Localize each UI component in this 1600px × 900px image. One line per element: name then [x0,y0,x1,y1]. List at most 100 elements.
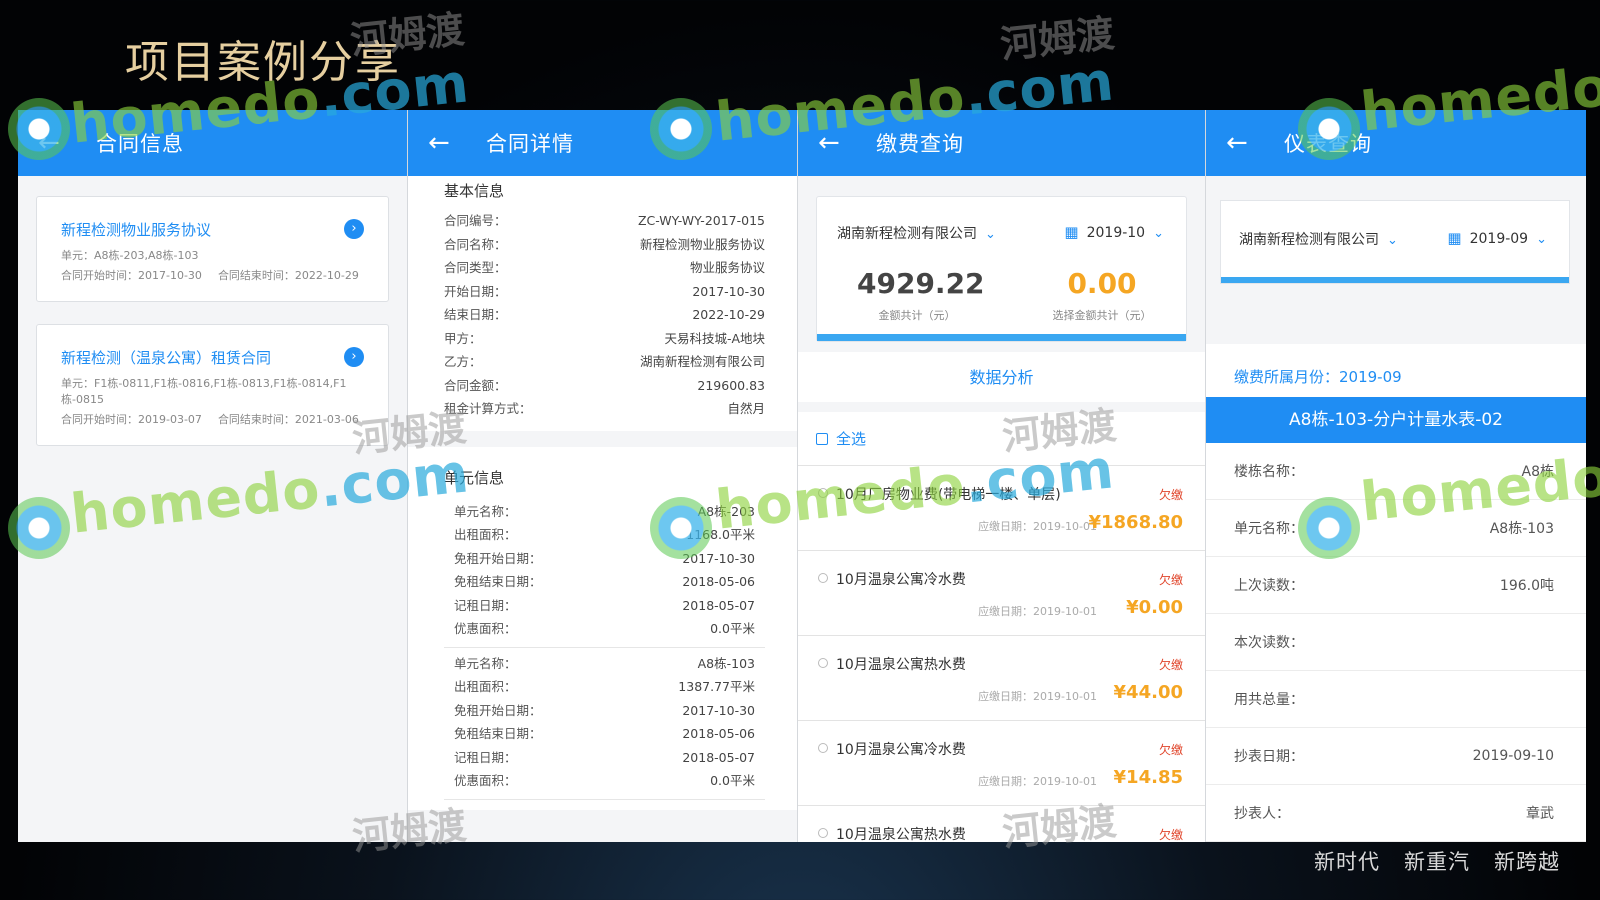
select-all-checkbox[interactable]: 全选 [798,412,1205,466]
footer-slogan: 新跨越 [1494,850,1560,874]
calendar-icon: ▦ [1447,229,1462,247]
fee-item[interactable]: 10月温泉公寓热水费 欠缴 [798,806,1205,842]
field-label: 免租开始日期： [454,702,542,718]
fee-name: 10月温泉公寓冷水费 [836,742,966,758]
app-bar: ← 合同信息 [18,110,407,176]
fee-item[interactable]: 10月温泉公寓冷水费 欠缴 应缴日期：2019-10-01 ¥14.85 [798,721,1205,806]
field-label: 抄表日期： [1234,749,1304,765]
field-label: 优惠面积： [454,773,517,788]
contract-detail-screen: ← 合同详情 基本信息 合同编号： ZC-WY-WY-2017-015 合同名称： 新… [408,110,798,842]
radio-icon[interactable] [818,743,828,753]
field-label: 合同类型： [444,260,507,275]
field-value: 2018-05-06 [682,726,755,741]
screen-title: 合同详情 [486,132,574,156]
field-value: 湖南新程检测有限公司 [639,354,765,369]
field-label: 免租结束日期： [454,574,542,589]
company-selector[interactable]: 湖南新程检测有限公司 ⌄ [837,223,996,243]
unit-info-section: 单元信息 单元名称： A8栋-203 出租面积： 1168.0平米 免租开始日期： 201… [408,446,797,810]
footer-slogan: 新重汽 [1404,850,1470,874]
watermark-text: 河姆渡 [998,11,1117,67]
field-label: 本次读数： [1234,635,1304,651]
info-row: 出租面积： 1387.77平米 [454,675,765,699]
unit-info-list: 单元名称： A8栋-203 出租面积： 1168.0平米 免租开始日期： 2017-10-… [444,496,765,800]
radio-icon[interactable] [818,488,828,498]
fee-item[interactable]: 10月温泉公寓冷水费 欠缴 应缴日期：2019-10-01 ¥0.00 [798,551,1205,636]
meter-row: 抄表人： 章武 [1206,785,1586,842]
fee-name: 10月温泉公寓热水费 [836,657,966,673]
company-name: 湖南新程检测有限公司 [837,226,977,242]
contract-title: 新程检测物业服务协议 [61,221,212,239]
radio-icon[interactable] [818,573,828,583]
overdue-badge: 欠缴 [1158,573,1183,587]
contract-start: 合同开始时间：2017-10-30 [61,269,202,282]
fee-name: 10月厂房物业费(带电梯一楼、单层) [836,487,1061,503]
back-arrow-icon[interactable]: ← [38,130,72,156]
field-value: 0.0平米 [710,621,755,636]
chevron-down-icon: ⌄ [1387,233,1398,248]
contract-card[interactable]: 新程检测物业服务协议 › 单元：A8栋-203,A8栋-103 合同开始时间：2… [36,196,389,302]
field-value: 2019-09-10 [1472,748,1554,764]
field-value: 章武 [1526,806,1554,822]
month-selector[interactable]: ▦ 2019-09 ⌄ [1447,229,1547,247]
payment-summary-card: 湖南新程检测有限公司 ⌄ ▦ 2019-10 ⌄ 4929.22 金额共计（元） 0.… [816,196,1187,342]
selected-month: 2019-10 [1086,225,1146,241]
meter-row: 本次读数： [1206,614,1586,671]
month-selector[interactable]: ▦ 2019-10 ⌄ [1064,223,1164,241]
fee-item[interactable]: 10月厂房物业费(带电梯一楼、单层) 欠缴 应缴日期：2019-10-01 ¥1868… [798,466,1205,551]
back-arrow-icon[interactable]: ← [818,130,852,156]
field-value: 0.0平米 [710,773,755,788]
radio-icon[interactable] [818,658,828,668]
accent-bar [817,334,1186,341]
fee-item[interactable]: 10月温泉公寓热水费 欠缴 应缴日期：2019-10-01 ¥44.00 [798,636,1205,721]
field-label: 合同编号： [444,213,507,228]
field-value: 219600.83 [697,377,765,393]
field-value: 2017-10-30 [682,550,755,566]
info-row: 单元名称： A8栋-203 [454,500,765,524]
contract-end: 合同结束时间：2022-10-29 [217,269,359,282]
fee-list: 10月厂房物业费(带电梯一楼、单层) 欠缴 应缴日期：2019-10-01 ¥1868… [798,466,1205,842]
field-value: A8栋-103 [1489,521,1554,537]
field-value: 2018-05-06 [682,574,755,589]
overdue-badge: 欠缴 [1158,488,1183,502]
radio-icon[interactable] [818,828,828,838]
field-label: 单元名称： [454,503,517,519]
contract-card[interactable]: 新程检测（温泉公寓）租赁合同 › 单元：F1栋-0811,F1栋-0816,F1… [36,324,389,446]
field-label: 合同名称： [444,236,507,252]
contract-end: 合同结束时间：2021-03-06 [217,413,359,426]
screen-title: 合同信息 [96,132,184,156]
info-row: 出租面积： 1168.0平米 [454,523,765,547]
overdue-badge: 欠缴 [1158,743,1183,757]
fee-name: 10月温泉公寓热水费 [836,827,966,842]
data-analysis-link[interactable]: 数据分析 [798,352,1205,402]
back-arrow-icon[interactable]: ← [428,130,462,156]
meter-row: 抄表日期： 2019-09-10 [1206,728,1586,785]
chevron-right-icon[interactable]: › [344,219,364,239]
info-row: 免租开始日期： 2017-10-30 [454,699,765,723]
meter-row: 楼栋名称： A8栋 [1206,443,1586,500]
info-row: 结束日期： 2022-10-29 [444,303,765,327]
info-row: 记租日期： 2018-05-07 [454,594,765,618]
info-row: 免租开始日期： 2017-10-30 [454,547,765,571]
field-label: 甲方： [444,330,482,346]
company-selector[interactable]: 湖南新程检测有限公司 ⌄ [1239,229,1398,249]
chevron-right-icon[interactable]: › [344,347,364,367]
field-label: 单元名称： [1234,521,1304,537]
fee-amount: ¥1868.80 [1088,512,1183,533]
chevron-down-icon: ⌄ [985,227,996,242]
field-value: 天易科技城-A地块 [664,330,765,346]
field-label: 免租结束日期： [454,726,542,741]
footer-slogan: 新时代 [1314,850,1380,874]
slide-title: 项目案例分享 [125,37,401,88]
section-title: 基本信息 [444,182,505,200]
info-row: 单元名称： A8栋-103 [454,652,765,676]
company-name: 湖南新程检测有限公司 [1239,232,1379,248]
contract-title: 新程检测（温泉公寓）租赁合同 [61,349,272,367]
fee-name: 10月温泉公寓冷水费 [836,572,966,588]
info-row: 免租结束日期： 2018-05-06 [454,570,765,594]
due-date: 应缴日期：2019-10-01 [978,690,1097,703]
chevron-down-icon: ⌄ [1153,226,1164,241]
meter-filter-card: 湖南新程检测有限公司 ⌄ ▦ 2019-09 ⌄ [1220,200,1570,284]
info-row: 免租结束日期： 2018-05-06 [454,722,765,746]
slide-footer: 新时代 新重汽 新跨越 [1290,846,1560,876]
back-arrow-icon[interactable]: ← [1226,130,1260,156]
